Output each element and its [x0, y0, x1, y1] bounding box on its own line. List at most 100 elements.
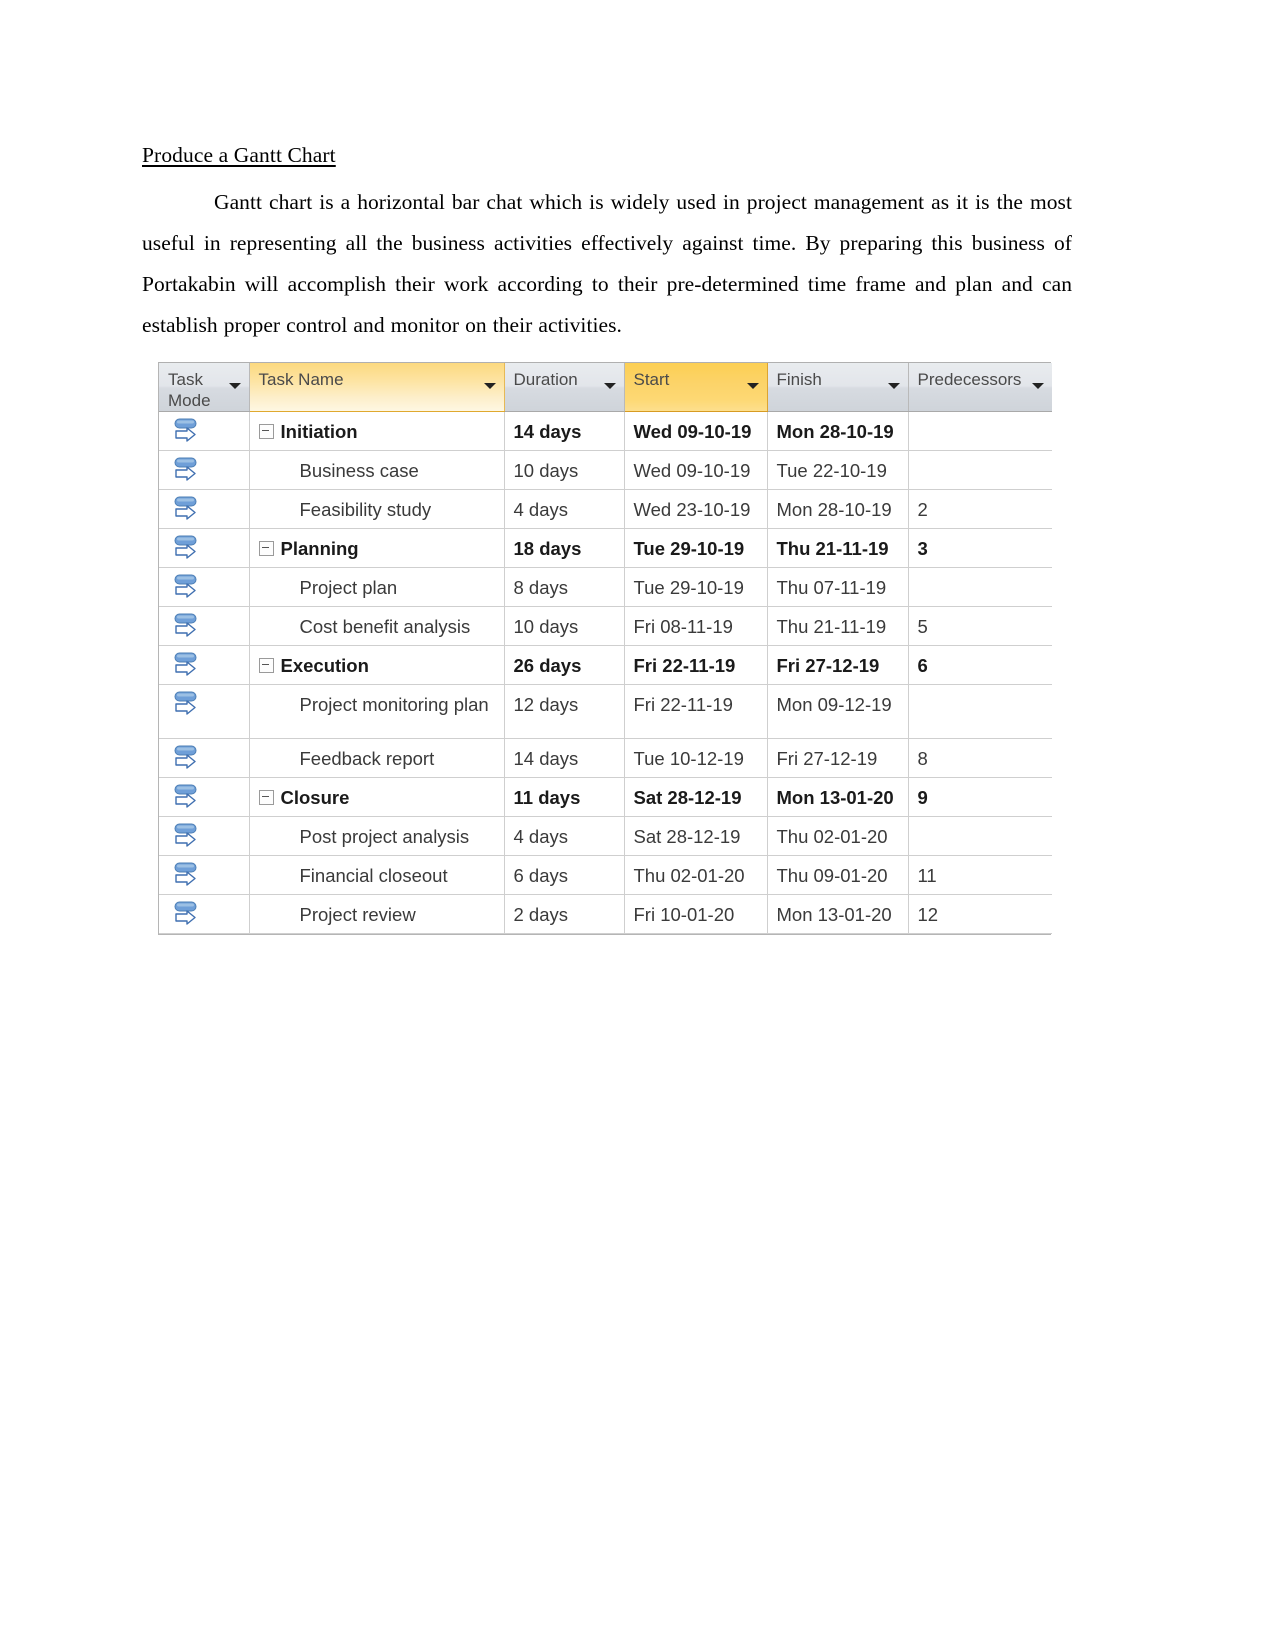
cell-duration[interactable]: 8 days — [504, 567, 625, 607]
cell-predecessors[interactable] — [908, 816, 1052, 856]
cell-task-name[interactable]: Project plan — [249, 567, 505, 607]
cell-task-mode[interactable] — [159, 684, 250, 739]
cell-finish[interactable]: Thu 09-01-20 — [767, 855, 909, 895]
column-header-dur[interactable]: Duration — [504, 363, 625, 412]
cell-duration[interactable]: 26 days — [504, 645, 625, 685]
cell-finish[interactable]: Thu 21-11-19 — [767, 528, 909, 568]
table-row[interactable]: Planning 18 days Tue 29-10-19 Thu 21-11-19 3 — [159, 528, 1052, 568]
cell-predecessors[interactable]: 2 — [908, 489, 1052, 529]
auto-scheduled-icon[interactable] — [173, 901, 207, 933]
cell-task-name[interactable]: Financial closeout — [249, 855, 505, 895]
column-header-fin[interactable]: Finish — [767, 363, 909, 412]
cell-predecessors[interactable] — [908, 684, 1052, 739]
auto-scheduled-icon[interactable] — [173, 613, 207, 645]
cell-start[interactable]: Sat 28-12-19 — [624, 816, 768, 856]
cell-finish[interactable]: Thu 07-11-19 — [767, 567, 909, 607]
cell-finish[interactable]: Mon 13-01-20 — [767, 894, 909, 934]
auto-scheduled-icon[interactable] — [173, 691, 207, 723]
cell-task-name[interactable]: Business case — [249, 450, 505, 490]
cell-task-mode[interactable] — [159, 528, 250, 568]
cell-task-name[interactable]: Feasibility study — [249, 489, 505, 529]
cell-finish[interactable]: Mon 28-10-19 — [767, 489, 909, 529]
cell-duration[interactable]: 2 days — [504, 894, 625, 934]
cell-duration[interactable]: 18 days — [504, 528, 625, 568]
cell-start[interactable]: Thu 02-01-20 — [624, 855, 768, 895]
auto-scheduled-icon[interactable] — [173, 457, 207, 489]
cell-start[interactable]: Sat 28-12-19 — [624, 777, 768, 817]
cell-duration[interactable]: 10 days — [504, 450, 625, 490]
cell-task-name[interactable]: Project review — [249, 894, 505, 934]
cell-duration[interactable]: 11 days — [504, 777, 625, 817]
auto-scheduled-icon[interactable] — [173, 535, 207, 567]
cell-duration[interactable]: 6 days — [504, 855, 625, 895]
cell-predecessors[interactable]: 11 — [908, 855, 1052, 895]
table-row[interactable]: Project plan 8 days Tue 29-10-19 Thu 07-11-… — [159, 567, 1052, 607]
column-header-start[interactable]: Start — [624, 363, 768, 412]
cell-predecessors[interactable] — [908, 567, 1052, 607]
collapse-toggle-icon[interactable] — [258, 424, 274, 440]
table-row[interactable]: Feedback report 14 days Tue 10-12-19 Fri 27… — [159, 738, 1052, 778]
auto-scheduled-icon[interactable] — [173, 574, 207, 606]
auto-scheduled-icon[interactable] — [173, 862, 207, 894]
cell-start[interactable]: Fri 22-11-19 — [624, 684, 768, 739]
chevron-down-icon[interactable] — [746, 383, 759, 389]
column-header-name[interactable]: Task Name — [249, 363, 505, 412]
cell-start[interactable]: Wed 09-10-19 — [624, 411, 768, 451]
cell-start[interactable]: Tue 29-10-19 — [624, 567, 768, 607]
auto-scheduled-icon[interactable] — [173, 784, 207, 816]
table-row[interactable]: Feasibility study 4 days Wed 23-10-19 Mon 2… — [159, 489, 1052, 529]
cell-predecessors[interactable]: 12 — [908, 894, 1052, 934]
auto-scheduled-icon[interactable] — [173, 745, 207, 777]
cell-task-name[interactable]: Closure — [249, 777, 505, 817]
collapse-toggle-icon[interactable] — [258, 541, 274, 557]
cell-task-mode[interactable] — [159, 816, 250, 856]
cell-task-mode[interactable] — [159, 855, 250, 895]
cell-task-name[interactable]: Post project analysis — [249, 816, 505, 856]
cell-predecessors[interactable] — [908, 411, 1052, 451]
auto-scheduled-icon[interactable] — [173, 652, 207, 684]
cell-start[interactable]: Wed 23-10-19 — [624, 489, 768, 529]
cell-task-mode[interactable] — [159, 777, 250, 817]
chevron-down-icon[interactable] — [228, 383, 241, 389]
column-header-mode[interactable]: Task Mode — [159, 363, 250, 412]
cell-duration[interactable]: 10 days — [504, 606, 625, 646]
cell-start[interactable]: Fri 22-11-19 — [624, 645, 768, 685]
table-row[interactable]: Project review 2 days Fri 10-01-20 Mon 13-0… — [159, 894, 1052, 934]
cell-task-name[interactable]: Execution — [249, 645, 505, 685]
cell-task-name[interactable]: Cost benefit analysis — [249, 606, 505, 646]
chevron-down-icon[interactable] — [603, 383, 616, 389]
cell-start[interactable]: Tue 10-12-19 — [624, 738, 768, 778]
cell-task-name[interactable]: Project monitoring plan — [249, 684, 505, 739]
cell-task-mode[interactable] — [159, 738, 250, 778]
cell-task-mode[interactable] — [159, 489, 250, 529]
table-row[interactable]: Initiation 14 days Wed 09-10-19 Mon 28-10-1… — [159, 411, 1052, 451]
cell-finish[interactable]: Fri 27-12-19 — [767, 645, 909, 685]
cell-task-mode[interactable] — [159, 894, 250, 934]
table-row[interactable]: Execution 26 days Fri 22-11-19 Fri 27-12-19… — [159, 645, 1052, 685]
cell-start[interactable]: Wed 09-10-19 — [624, 450, 768, 490]
collapse-toggle-icon[interactable] — [258, 658, 274, 674]
cell-task-mode[interactable] — [159, 606, 250, 646]
project-task-grid[interactable]: Task Mode Task Name Duration Start Finish Pre… — [158, 362, 1052, 935]
cell-finish[interactable]: Thu 21-11-19 — [767, 606, 909, 646]
cell-task-name[interactable]: Initiation — [249, 411, 505, 451]
cell-finish[interactable]: Mon 28-10-19 — [767, 411, 909, 451]
cell-finish[interactable]: Mon 13-01-20 — [767, 777, 909, 817]
column-header-pred[interactable]: Predecessors — [908, 363, 1052, 412]
table-row[interactable]: Business case 10 days Wed 09-10-19 Tue 22-1… — [159, 450, 1052, 490]
chevron-down-icon[interactable] — [1032, 383, 1044, 389]
cell-start[interactable]: Fri 10-01-20 — [624, 894, 768, 934]
auto-scheduled-icon[interactable] — [173, 823, 207, 855]
table-row[interactable]: Financial closeout 6 days Thu 02-01-20 Thu … — [159, 855, 1052, 895]
table-row[interactable]: Project monitoring plan 12 days Fri 22-11-… — [159, 684, 1052, 739]
cell-predecessors[interactable]: 8 — [908, 738, 1052, 778]
cell-predecessors[interactable]: 9 — [908, 777, 1052, 817]
chevron-down-icon[interactable] — [887, 383, 900, 389]
table-row[interactable]: Post project analysis 4 days Sat 28-12-19 T… — [159, 816, 1052, 856]
cell-duration[interactable]: 14 days — [504, 411, 625, 451]
cell-finish[interactable]: Mon 09-12-19 — [767, 684, 909, 739]
cell-task-mode[interactable] — [159, 411, 250, 451]
cell-duration[interactable]: 4 days — [504, 816, 625, 856]
auto-scheduled-icon[interactable] — [173, 496, 207, 528]
auto-scheduled-icon[interactable] — [173, 418, 207, 450]
